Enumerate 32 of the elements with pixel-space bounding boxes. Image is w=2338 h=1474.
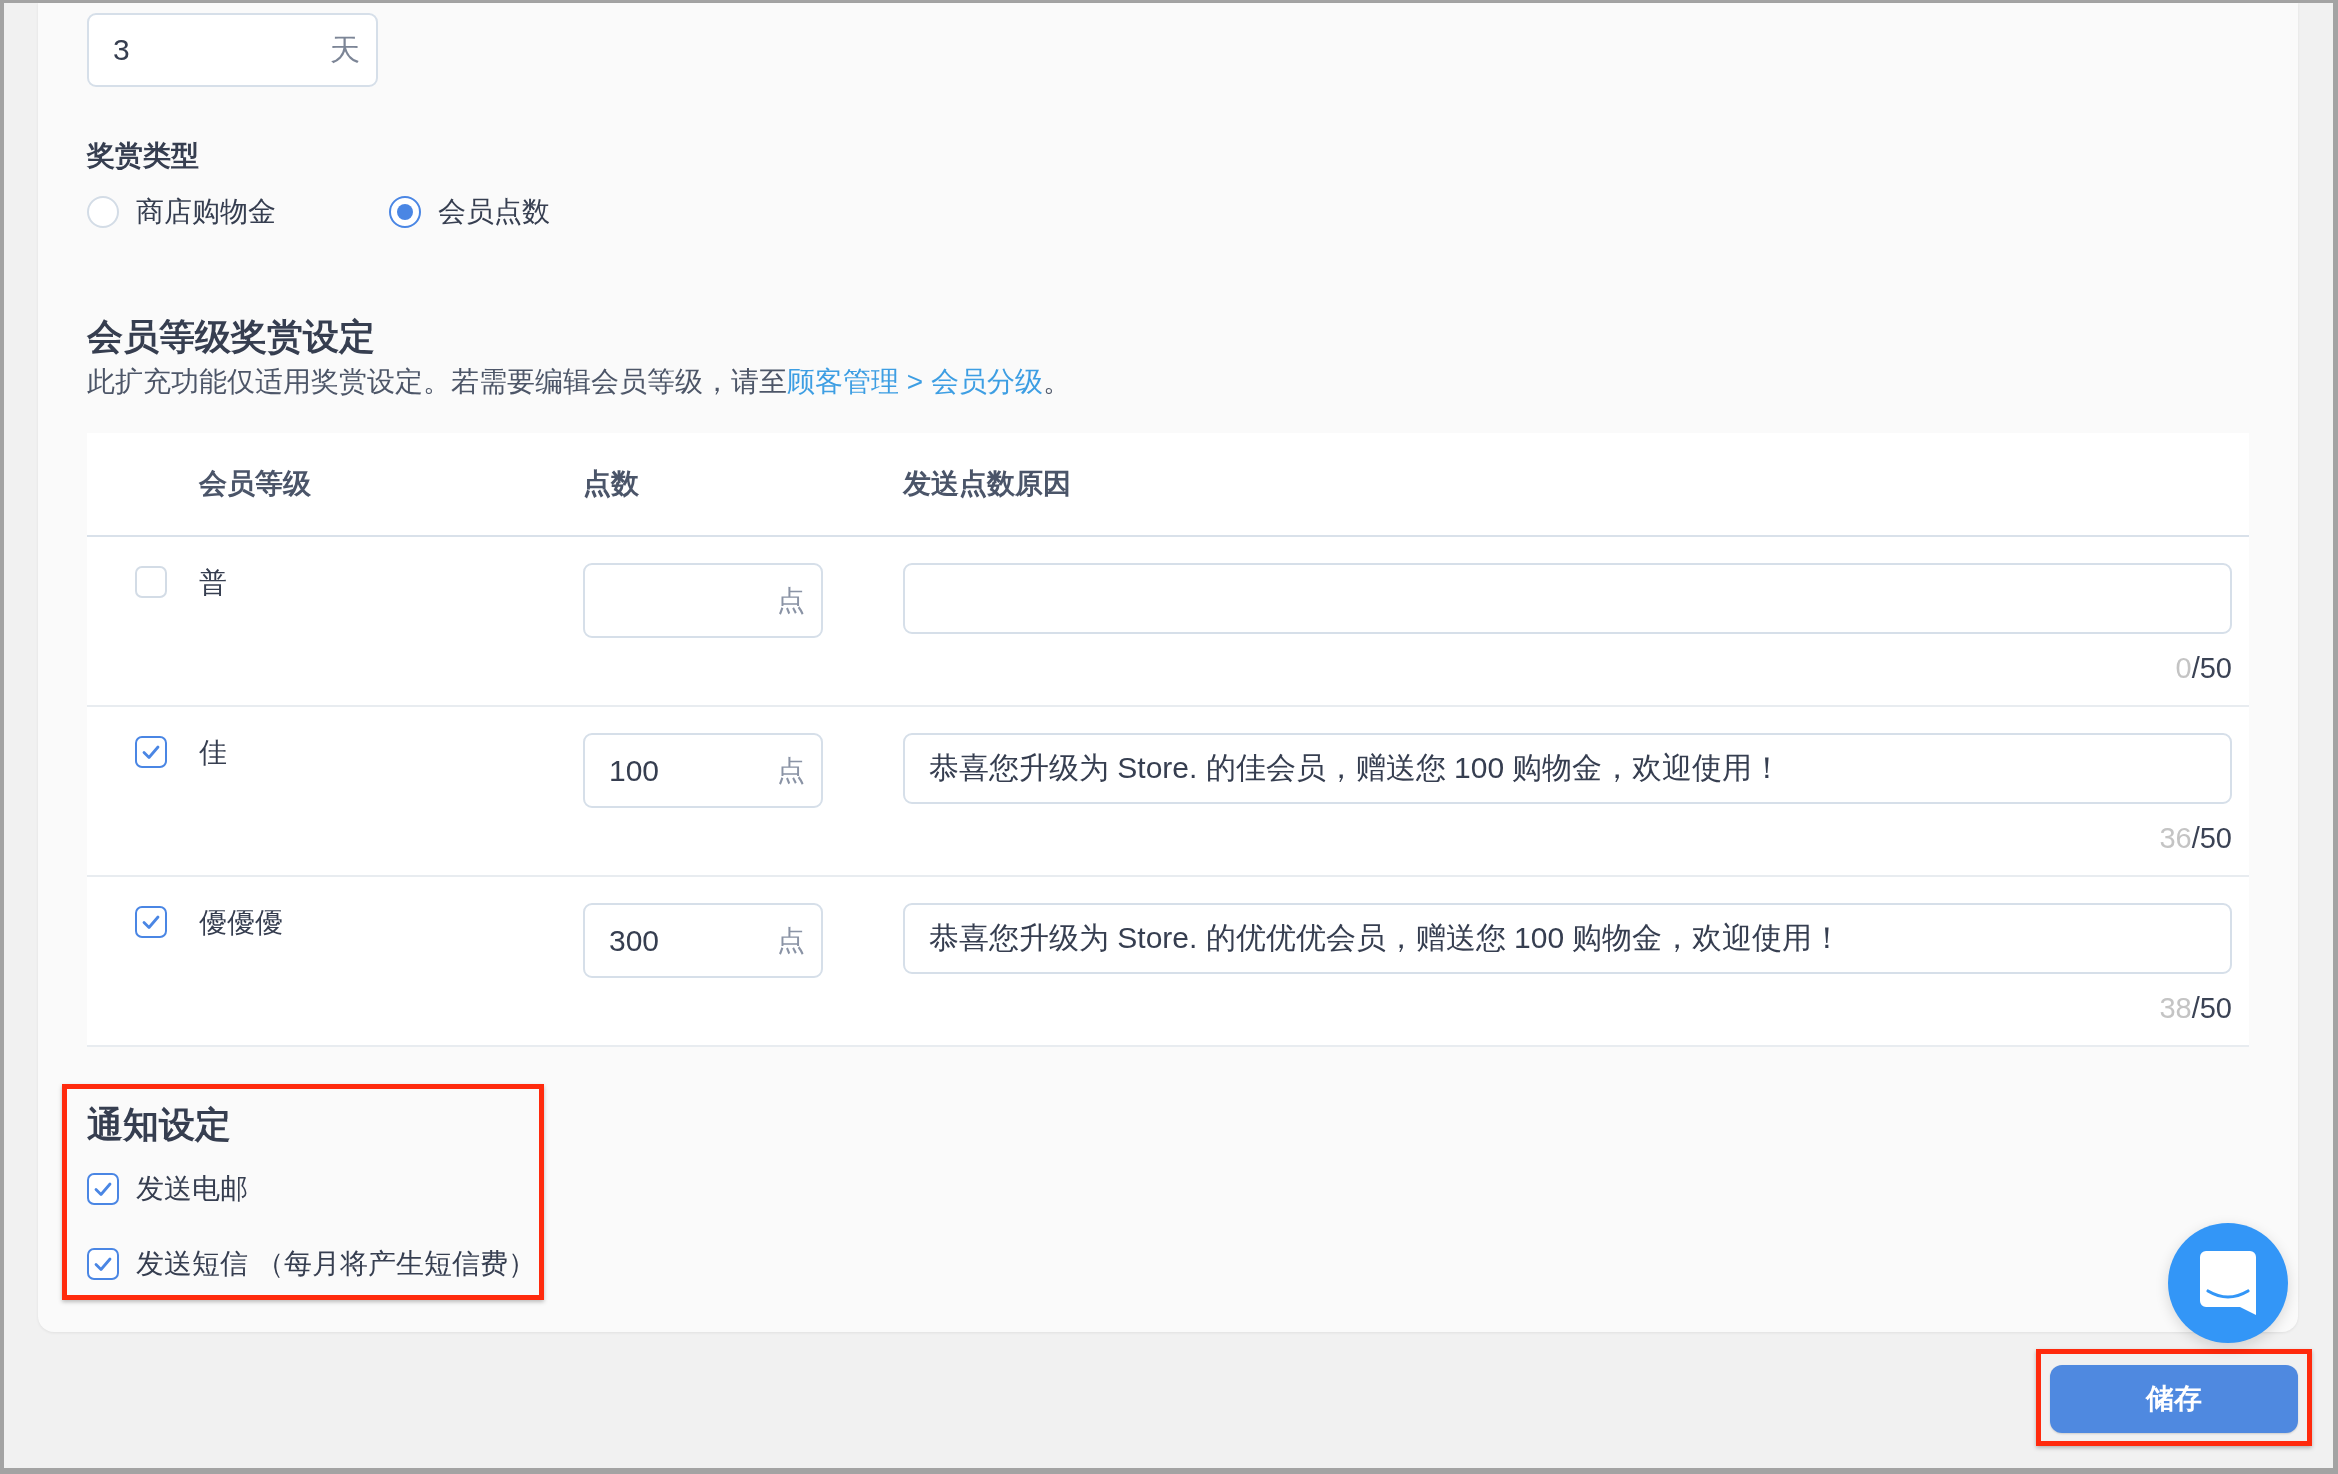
checkbox[interactable] (87, 1248, 119, 1280)
field-label: 奖赏类型 (87, 139, 199, 173)
checkbox-label: 发送电邮 (136, 1172, 248, 1206)
column-header: 会员等级 (199, 467, 311, 501)
radio-button[interactable] (389, 196, 421, 228)
reason-input[interactable]: 恭喜您升级为 Store. 的优优优会员，赠送您 100 购物金，欢迎使用！ (903, 903, 2232, 974)
reason-input[interactable]: 恭喜您升级为 Store. 的佳会员，赠送您 100 购物金，欢迎使用！ (903, 733, 2232, 804)
checkbox[interactable] (135, 736, 167, 768)
checkbox-label: 发送短信 （每月将产生短信费） (136, 1247, 536, 1281)
tier-name: 優優優 (199, 906, 283, 940)
checkbox[interactable] (135, 906, 167, 938)
char-counter: 36/50 (2159, 821, 2232, 856)
unit-label: 点 (777, 753, 805, 788)
tier-name: 佳 (199, 736, 227, 770)
tier-name: 普 (199, 566, 227, 600)
char-counter: 38/50 (2159, 991, 2232, 1026)
column-header: 发送点数原因 (903, 467, 1071, 501)
char-counter: 0/50 (2175, 651, 2232, 686)
reason-input[interactable] (903, 563, 2232, 634)
radio-label: 会员点数 (438, 195, 550, 229)
save-button[interactable]: 储存 (2050, 1365, 2298, 1433)
section-title: 会员等级奖赏设定 (87, 315, 375, 359)
unit-label: 天 (330, 32, 360, 68)
points-input[interactable] (583, 563, 823, 638)
chat-icon (2200, 1251, 2256, 1315)
unit-label: 点 (777, 583, 805, 618)
radio-label: 商店购物金 (136, 195, 276, 229)
section-title: 通知设定 (87, 1103, 231, 1147)
description-text: 此扩充功能仅适用奖赏设定。若需要编辑会员等级，请至顾客管理 > 会员分级。 (87, 365, 1071, 399)
column-header: 点数 (583, 467, 639, 501)
unit-label: 点 (777, 923, 805, 958)
checkbox[interactable] (87, 1173, 119, 1205)
